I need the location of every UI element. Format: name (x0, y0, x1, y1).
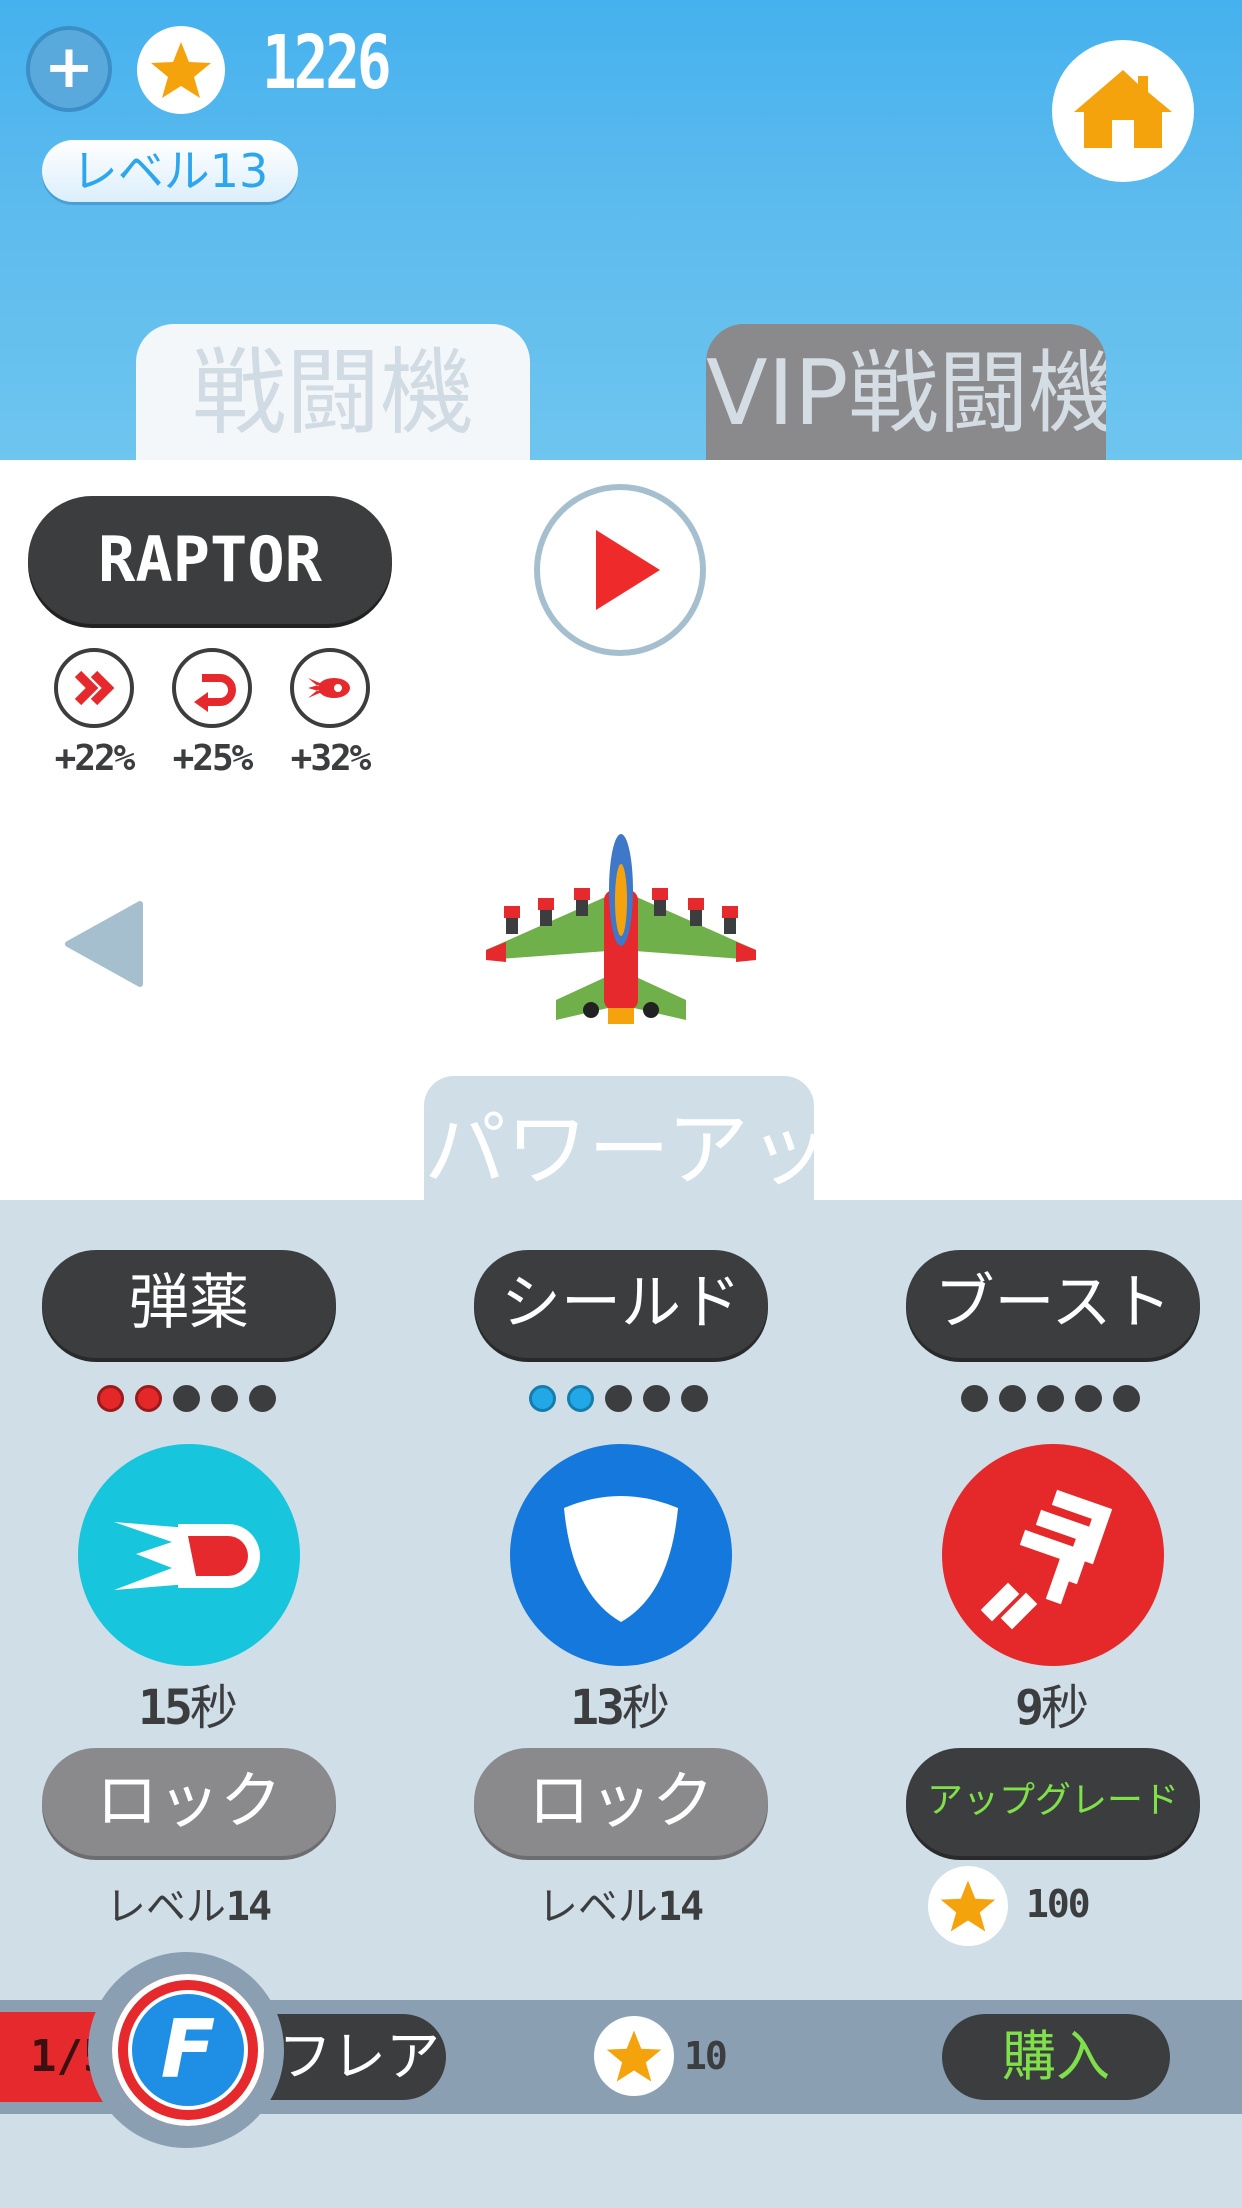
plane-name: RAPTOR (28, 496, 392, 624)
tab-vip-fighter[interactable]: VIP戦闘機 (706, 324, 1106, 464)
prev-plane-arrow-icon[interactable] (62, 898, 148, 990)
buy-flare-button[interactable]: 購入 (942, 2014, 1170, 2100)
stat-speed-value: +22% (54, 738, 136, 779)
play-icon (596, 530, 660, 610)
powerup-shield-duration: 13秒 (570, 1680, 670, 1736)
powerup-shield-title: シールド (474, 1250, 768, 1358)
boost-chevrons-icon (942, 1444, 1164, 1666)
ammo-bullet-icon (78, 1444, 300, 1666)
speed-chevrons-icon (54, 648, 134, 728)
stat-missile-value: +32% (290, 738, 372, 779)
stat-return-value: +25% (172, 738, 254, 779)
flare-price: 10 (684, 2034, 728, 2078)
powerup-shield-lock-button[interactable]: ロック (474, 1748, 768, 1856)
powerup-boost-upgrade-button[interactable]: アップグレード (906, 1748, 1200, 1856)
powerup-ammo-lock-button[interactable]: ロック (42, 1748, 336, 1856)
missile-icon (290, 648, 370, 728)
home-button[interactable] (1052, 40, 1194, 182)
powerup-shield-level-dots (529, 1385, 708, 1413)
coin-count: 1226 (262, 20, 392, 106)
home-icon (1074, 70, 1172, 148)
tab-fighter[interactable]: 戦闘機 (136, 324, 530, 464)
powerup-ammo-level-dots (97, 1385, 276, 1413)
coin-star-icon (928, 1866, 1008, 1946)
coin-star-icon (137, 26, 225, 114)
powerup-ammo-duration: 15秒 (138, 1680, 238, 1736)
flare-icon[interactable]: F (112, 1974, 264, 2126)
coin-star-icon (594, 2016, 674, 2096)
player-level-badge: レベル13 (42, 140, 298, 202)
powerup-ammo-required-level: レベル14 (105, 1884, 272, 1930)
powerup-ammo-title: 弾薬 (42, 1250, 336, 1358)
add-coins-button[interactable]: + (26, 26, 112, 112)
fighter-plane-image (476, 830, 766, 1030)
powerup-shield-required-level: レベル14 (537, 1884, 704, 1930)
return-arrow-icon (172, 648, 252, 728)
shield-icon (510, 1444, 732, 1666)
flare-letter: F (128, 1990, 248, 2110)
powerup-boost-duration: 9秒 (1015, 1680, 1089, 1736)
powerup-boost-level-dots (961, 1385, 1140, 1413)
tab-powerup[interactable]: パワーアップ (424, 1076, 814, 1208)
powerup-boost-cost: 100 (1026, 1882, 1091, 1926)
powerup-boost-title: ブースト (906, 1250, 1200, 1358)
play-button[interactable] (534, 484, 706, 656)
